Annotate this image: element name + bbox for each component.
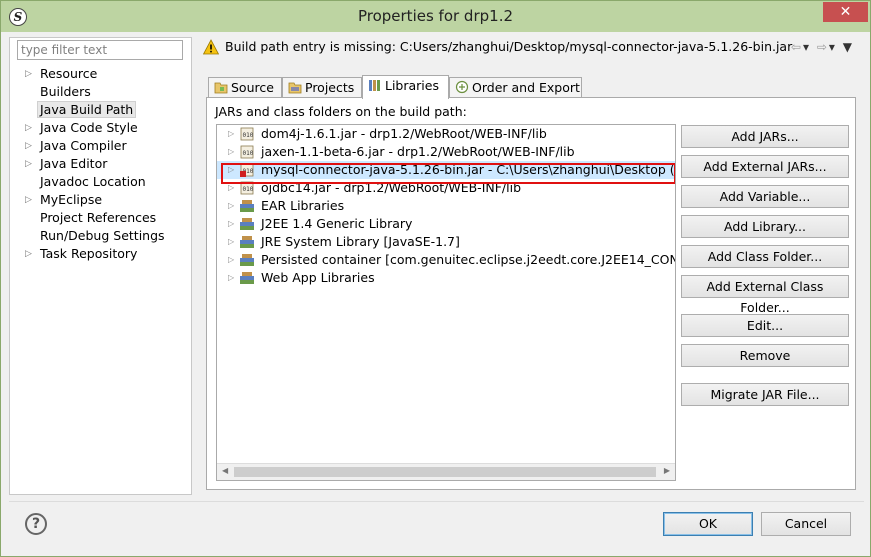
view-menu-icon[interactable]: ▼ bbox=[843, 40, 854, 54]
cancel-button[interactable]: Cancel bbox=[761, 512, 851, 536]
back-arrow-icon[interactable]: ⇦ bbox=[791, 40, 803, 54]
tree-row[interactable]: ▷ Persisted container [com.genuitec.ecli… bbox=[217, 251, 675, 269]
properties-dialog: S Properties for drp1.2 ✕ ▷Resource Buil… bbox=[0, 0, 871, 557]
tree-row[interactable]: ▷ Web App Libraries bbox=[217, 269, 675, 287]
expand-arrow-icon[interactable]: ▷ bbox=[25, 155, 32, 173]
libraries-icon bbox=[369, 80, 380, 91]
tree-row[interactable]: ▷ J2EE 1.4 Generic Library bbox=[217, 215, 675, 233]
nav-item-builders[interactable]: Builders bbox=[10, 83, 191, 101]
footer-separator bbox=[9, 501, 864, 502]
remove-button[interactable]: Remove bbox=[681, 344, 849, 367]
expand-arrow-icon[interactable]: ▷ bbox=[228, 233, 234, 251]
window-title: Properties for drp1.2 bbox=[357, 7, 514, 25]
nav-item-java-code-style[interactable]: ▷ Java Code Style bbox=[10, 119, 191, 137]
tree-row[interactable]: ▷ 010 jaxen-1.1-beta-6.jar - drp1.2/WebR… bbox=[217, 143, 675, 161]
expand-arrow-icon[interactable]: ▷ bbox=[25, 137, 32, 155]
history-navigation: ⇦▾ ⇨▾ ▼ bbox=[791, 37, 854, 57]
tab-order-and-export[interactable]: Order and Export bbox=[449, 77, 582, 98]
order-export-icon bbox=[455, 80, 469, 94]
expand-arrow-icon[interactable]: ▷ bbox=[25, 191, 32, 209]
svg-text:010: 010 bbox=[243, 150, 254, 157]
message-bar: Build path entry is missing: C:Users/zha… bbox=[201, 37, 866, 59]
tab-libraries[interactable]: Libraries bbox=[362, 75, 449, 99]
build-path-entries-tree[interactable]: ▷ 010 dom4j-1.6.1.jar - drp1.2/WebRoot/W… bbox=[216, 124, 676, 481]
expand-arrow-icon[interactable]: ▷ bbox=[228, 197, 234, 215]
nav-item-resource[interactable]: ▷ Resource bbox=[10, 65, 191, 83]
nav-item-myeclipse[interactable]: ▷ MyEclipse bbox=[10, 191, 191, 209]
nav-item-java-editor[interactable]: ▷ Java Editor bbox=[10, 155, 191, 173]
nav-item-project-references[interactable]: Project References bbox=[10, 209, 191, 227]
add-class-folder-button[interactable]: Add Class Folder... bbox=[681, 245, 849, 268]
help-icon[interactable]: ? bbox=[25, 513, 47, 535]
jar-file-icon: 010 bbox=[240, 127, 254, 141]
title-bar[interactable]: S Properties for drp1.2 ✕ bbox=[1, 1, 870, 32]
add-variable-button[interactable]: Add Variable... bbox=[681, 185, 849, 208]
add-jars-button[interactable]: Add JARs... bbox=[681, 125, 849, 148]
tree-row[interactable]: ▷ EAR Libraries bbox=[217, 197, 675, 215]
tree-row[interactable]: ▷ 010 dom4j-1.6.1.jar - drp1.2/WebRoot/W… bbox=[217, 125, 675, 143]
projects-icon bbox=[288, 82, 302, 94]
tree-row[interactable]: ▷ JRE System Library [JavaSE-1.7] bbox=[217, 233, 675, 251]
expand-arrow-icon[interactable]: ▷ bbox=[228, 251, 234, 269]
scroll-right-icon[interactable]: ▶ bbox=[664, 466, 670, 475]
add-library-button[interactable]: Add Library... bbox=[681, 215, 849, 238]
nav-item-run-debug-settings[interactable]: Run/Debug Settings bbox=[10, 227, 191, 245]
library-icon bbox=[240, 236, 254, 248]
svg-text:010: 010 bbox=[243, 186, 254, 193]
close-button[interactable]: ✕ bbox=[823, 2, 868, 22]
source-folder-icon bbox=[214, 82, 228, 94]
expand-arrow-icon[interactable]: ▷ bbox=[25, 245, 32, 263]
edit-button[interactable]: Edit... bbox=[681, 314, 849, 337]
library-icon bbox=[240, 218, 254, 230]
property-page-list: ▷ Resource Builders Java Build Path ▷ Java… bbox=[10, 65, 191, 263]
scroll-left-icon[interactable]: ◀ bbox=[222, 466, 228, 475]
expand-arrow-icon[interactable]: ▷ bbox=[25, 119, 32, 137]
build-path-heading: JARs and class folders on the build path… bbox=[215, 104, 467, 119]
missing-entry-highlight bbox=[221, 163, 675, 184]
add-external-class-folder-button[interactable]: Add External Class Folder... bbox=[681, 275, 849, 315]
scrollbar-thumb[interactable] bbox=[234, 467, 656, 477]
expand-arrow-icon[interactable]: ▷ bbox=[228, 143, 234, 161]
forward-dropdown-icon[interactable]: ▾ bbox=[829, 40, 837, 54]
nav-item-task-repository[interactable]: ▷ Task Repository bbox=[10, 245, 191, 263]
warning-icon bbox=[203, 39, 219, 55]
migrate-jar-button[interactable]: Migrate JAR File... bbox=[681, 383, 849, 406]
horizontal-scrollbar[interactable]: ◀ ▶ bbox=[217, 463, 675, 480]
property-page-tree: ▷Resource Builders Java Build Path ▷Java… bbox=[9, 37, 192, 495]
expand-arrow-icon[interactable]: ▷ bbox=[228, 269, 234, 287]
libraries-panel: JARs and class folders on the build path… bbox=[206, 97, 856, 490]
forward-arrow-icon[interactable]: ⇨ bbox=[817, 40, 829, 54]
library-icon bbox=[240, 254, 254, 266]
library-icon bbox=[240, 200, 254, 212]
library-icon bbox=[240, 272, 254, 284]
nav-item-java-build-path[interactable]: Java Build Path bbox=[10, 101, 191, 119]
nav-item-javadoc-location[interactable]: Javadoc Location bbox=[10, 173, 191, 191]
tab-source[interactable]: Source bbox=[208, 77, 282, 98]
expand-arrow-icon[interactable]: ▷ bbox=[228, 125, 234, 143]
expand-arrow-icon[interactable]: ▷ bbox=[25, 65, 32, 83]
ok-button[interactable]: OK bbox=[663, 512, 753, 536]
jar-file-icon: 010 bbox=[240, 145, 254, 159]
nav-item-java-compiler[interactable]: ▷ Java Compiler bbox=[10, 137, 191, 155]
add-external-jars-button[interactable]: Add External JARs... bbox=[681, 155, 849, 178]
filter-input[interactable] bbox=[17, 40, 183, 60]
expand-arrow-icon[interactable]: ▷ bbox=[228, 215, 234, 233]
back-dropdown-icon[interactable]: ▾ bbox=[803, 40, 811, 54]
tab-projects[interactable]: Projects bbox=[282, 77, 362, 98]
error-message: Build path entry is missing: C:Users/zha… bbox=[225, 39, 793, 54]
svg-text:010: 010 bbox=[243, 132, 254, 139]
